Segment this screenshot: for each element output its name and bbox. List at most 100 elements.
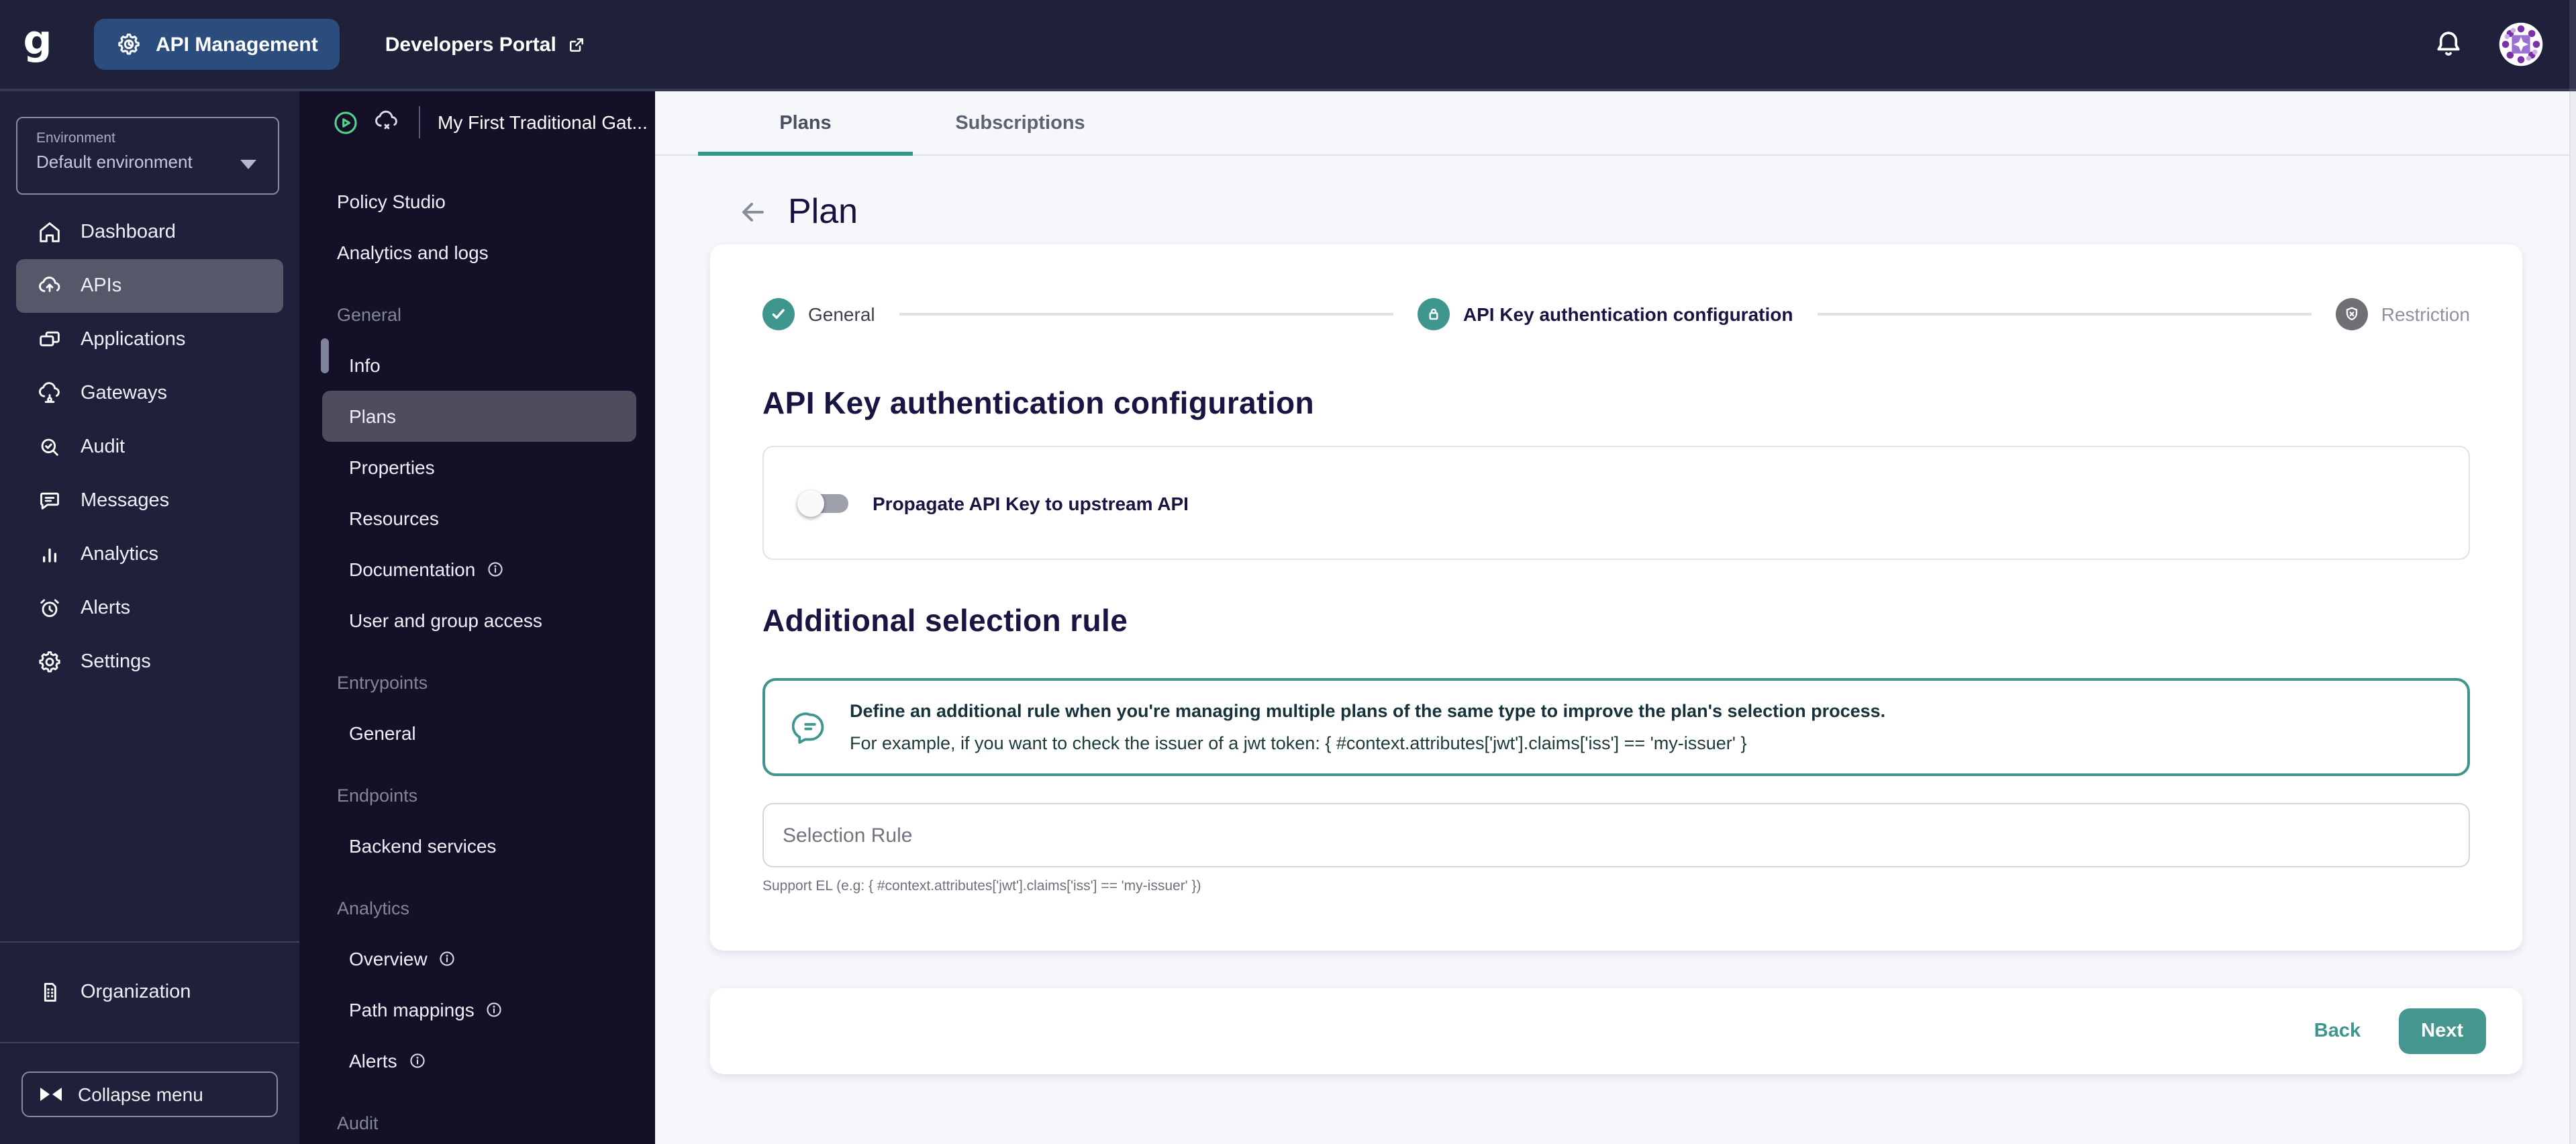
propagate-api-key-box: Propagate API Key to upstream API [762,446,2470,560]
bar-chart-icon [36,541,63,568]
user-avatar[interactable] [2498,21,2544,67]
applications-icon [36,326,63,353]
sidebar-item-label: Analytics [81,544,159,565]
sidebar-item-organization[interactable]: Organization [0,943,299,1042]
organization-label: Organization [81,982,191,1003]
api-menu-plans[interactable]: Plans [322,391,636,442]
check-icon [762,298,795,330]
api-menu-backend-services[interactable]: Backend services [299,820,655,871]
wizard-footer: Back Next [710,988,2522,1074]
api-nav: Policy Studio Analytics and logs General… [299,176,655,1144]
alarm-clock-icon [36,595,63,622]
banner-text: Define an additional rule when you're ma… [850,696,1885,759]
api-menu-entrypoints-general[interactable]: General [299,708,655,759]
banner-line-1: Define an additional rule when you're ma… [850,701,1886,722]
next-button[interactable]: Next [2398,1008,2486,1054]
api-menu-alerts[interactable]: Alerts [299,1035,655,1086]
collapse-menu-button[interactable]: Collapse menu [21,1071,278,1117]
external-link-icon [567,34,587,54]
developers-portal-link[interactable]: Developers Portal [385,33,587,56]
play-circle-icon [332,108,360,136]
auth-config-heading: API Key authentication configuration [762,385,1315,420]
api-header: My First Traditional Gat... [299,106,655,138]
api-menu-header-entrypoints: Entrypoints [337,672,428,692]
sidebar-item-label: APIs [81,275,122,297]
main-sidebar: Environment Default environment Dashboar… [0,91,299,1144]
api-menu-overview[interactable]: Overview [299,933,655,984]
back-button[interactable]: Back [2314,1020,2361,1042]
api-menu-properties[interactable]: Properties [299,442,655,493]
stepper-connector [1817,313,2312,316]
api-management-button[interactable]: API Management [94,19,340,70]
gateway-cloud-icon [36,380,63,407]
divider [0,1042,299,1043]
step-general[interactable]: General [762,298,875,330]
home-icon [36,219,63,246]
page-scrollbar[interactable] [2569,0,2576,1144]
info-icon [486,560,505,579]
shield-x-icon [2335,298,2368,330]
comment-bubble-icon [792,709,828,745]
sidebar-item-alerts[interactable]: Alerts [16,581,283,635]
sidebar-bottom: Organization Collapse menu [0,941,299,1144]
sidebar-scrollbar-thumb[interactable] [321,338,329,373]
environment-select[interactable]: Environment Default environment [16,117,279,195]
message-bubble-icon [36,487,63,514]
cloud-not-deployed-icon [372,107,401,137]
api-menu-documentation[interactable]: Documentation [299,544,655,595]
sidebar-item-applications[interactable]: Applications [16,313,283,367]
cloud-upload-icon [36,273,63,299]
api-menu-info[interactable]: Info [299,340,655,391]
sidebar-item-settings[interactable]: Settings [16,635,283,689]
api-menu-path-mappings[interactable]: Path mappings [299,984,655,1035]
sidebar-item-messages[interactable]: Messages [16,474,283,528]
api-menu-policy-studio[interactable]: Policy Studio [299,176,655,227]
page-title-row: Plan [737,191,2576,232]
api-menu-user-group-access[interactable]: User and group access [299,595,655,646]
environment-label: Environment [36,130,115,146]
tab-plans[interactable]: Plans [698,91,913,156]
sidebar-item-label: Dashboard [81,222,176,243]
api-menu-resources[interactable]: Resources [299,493,655,544]
collapse-icon [40,1088,62,1101]
api-sidebar: My First Traditional Gat... Policy Studi… [299,91,655,1144]
sidebar-item-apis[interactable]: APIs [16,259,283,313]
app-root: g API Management Developers Portal Envir… [0,0,2576,1144]
sidebar-item-audit[interactable]: Audit [16,420,283,474]
step-api-key-auth[interactable]: API Key authentication configuration [1417,298,1793,330]
selection-rule-input[interactable] [762,803,2470,867]
api-management-label: API Management [156,33,318,56]
back-arrow-icon[interactable] [737,195,769,228]
chevron-down-icon [240,160,256,169]
gear-icon [36,649,63,675]
info-icon [408,1051,427,1070]
propagate-api-key-toggle[interactable] [797,489,848,516]
propagate-api-key-label: Propagate API Key to upstream API [873,492,1189,514]
api-menu-header-analytics: Analytics [337,898,410,918]
sidebar-item-label: Gateways [81,383,167,404]
sidebar-item-dashboard[interactable]: Dashboard [16,205,283,259]
api-menu-header-endpoints: Endpoints [337,785,418,805]
stepper: General API Key authentication configura… [762,298,2470,330]
banner-line-2: For example, if you want to check the is… [850,732,1747,753]
top-bar: g API Management Developers Portal [0,0,2576,91]
sidebar-item-label: Messages [81,490,170,512]
sidebar-item-label: Alerts [81,598,131,619]
collapse-menu-label: Collapse menu [78,1084,203,1105]
api-name: My First Traditional Gat... [438,111,648,133]
search-check-icon [36,434,63,461]
gravitee-logo-icon: g [23,17,52,64]
step-restriction[interactable]: Restriction [2335,298,2470,330]
selection-rule-banner: Define an additional rule when you're ma… [762,678,2470,776]
app-body: Environment Default environment Dashboar… [0,91,2576,1144]
sidebar-item-gateways[interactable]: Gateways [16,367,283,420]
gear-play-icon [115,31,142,58]
sidebar-item-label: Audit [81,436,126,458]
notifications-bell-icon[interactable] [2431,27,2466,62]
main-nav: Dashboard APIs Applications Gateways Aud… [0,205,299,689]
lock-icon [1417,298,1450,330]
tab-subscriptions[interactable]: Subscriptions [913,91,1128,154]
api-menu-analytics-and-logs[interactable]: Analytics and logs [299,227,655,278]
developers-portal-label: Developers Portal [385,33,556,56]
sidebar-item-analytics[interactable]: Analytics [16,528,283,581]
